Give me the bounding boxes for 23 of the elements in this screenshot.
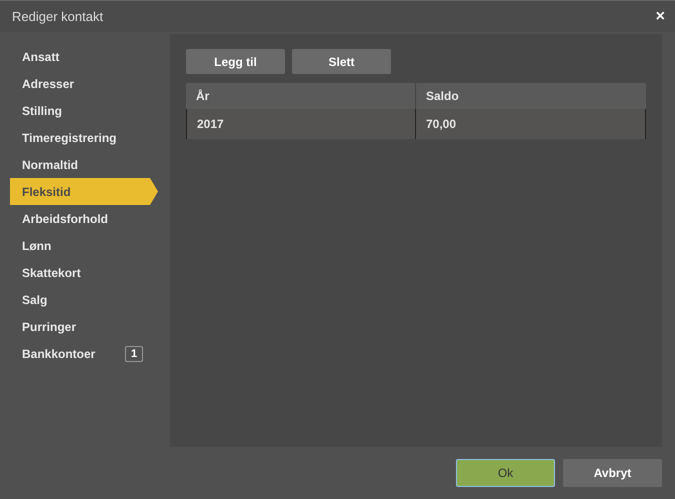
sidebar-item[interactable]: Skattekort <box>10 259 158 286</box>
sidebar-item[interactable]: Salg <box>10 286 158 313</box>
table-row[interactable]: 2017 70,00 <box>186 109 646 139</box>
count-badge: 1 <box>125 346 144 362</box>
sidebar-item[interactable]: Ansatt <box>10 43 158 70</box>
sidebar-item[interactable]: Bankkontoer 1 <box>10 340 158 367</box>
sidebar-item[interactable]: Purringer <box>10 313 158 340</box>
toolbar-button[interactable]: Slett <box>292 49 391 74</box>
toolbar-button[interactable]: Legg til <box>186 49 285 74</box>
close-button[interactable]: × <box>656 8 665 24</box>
sidebar-item[interactable]: Lønn <box>10 232 158 259</box>
cancel-button[interactable]: Avbryt <box>563 459 662 487</box>
ok-button[interactable]: Ok <box>456 459 555 487</box>
sidebar-item[interactable]: Timeregistrering <box>10 124 158 151</box>
sidebar-item[interactable]: Normaltid <box>10 151 158 178</box>
sidebar-item[interactable]: Fleksitid <box>10 178 158 205</box>
sidebar-item[interactable]: Arbeidsforhold <box>10 205 158 232</box>
table-cell-text: 70,00 <box>425 116 458 133</box>
window-title: Rediger kontakt <box>12 8 104 26</box>
column-header: Saldo <box>425 88 460 105</box>
sidebar-item[interactable]: Adresser <box>10 70 158 97</box>
table-cell: 2017 <box>187 109 416 139</box>
sidebar-item[interactable]: Stilling <box>10 97 158 124</box>
